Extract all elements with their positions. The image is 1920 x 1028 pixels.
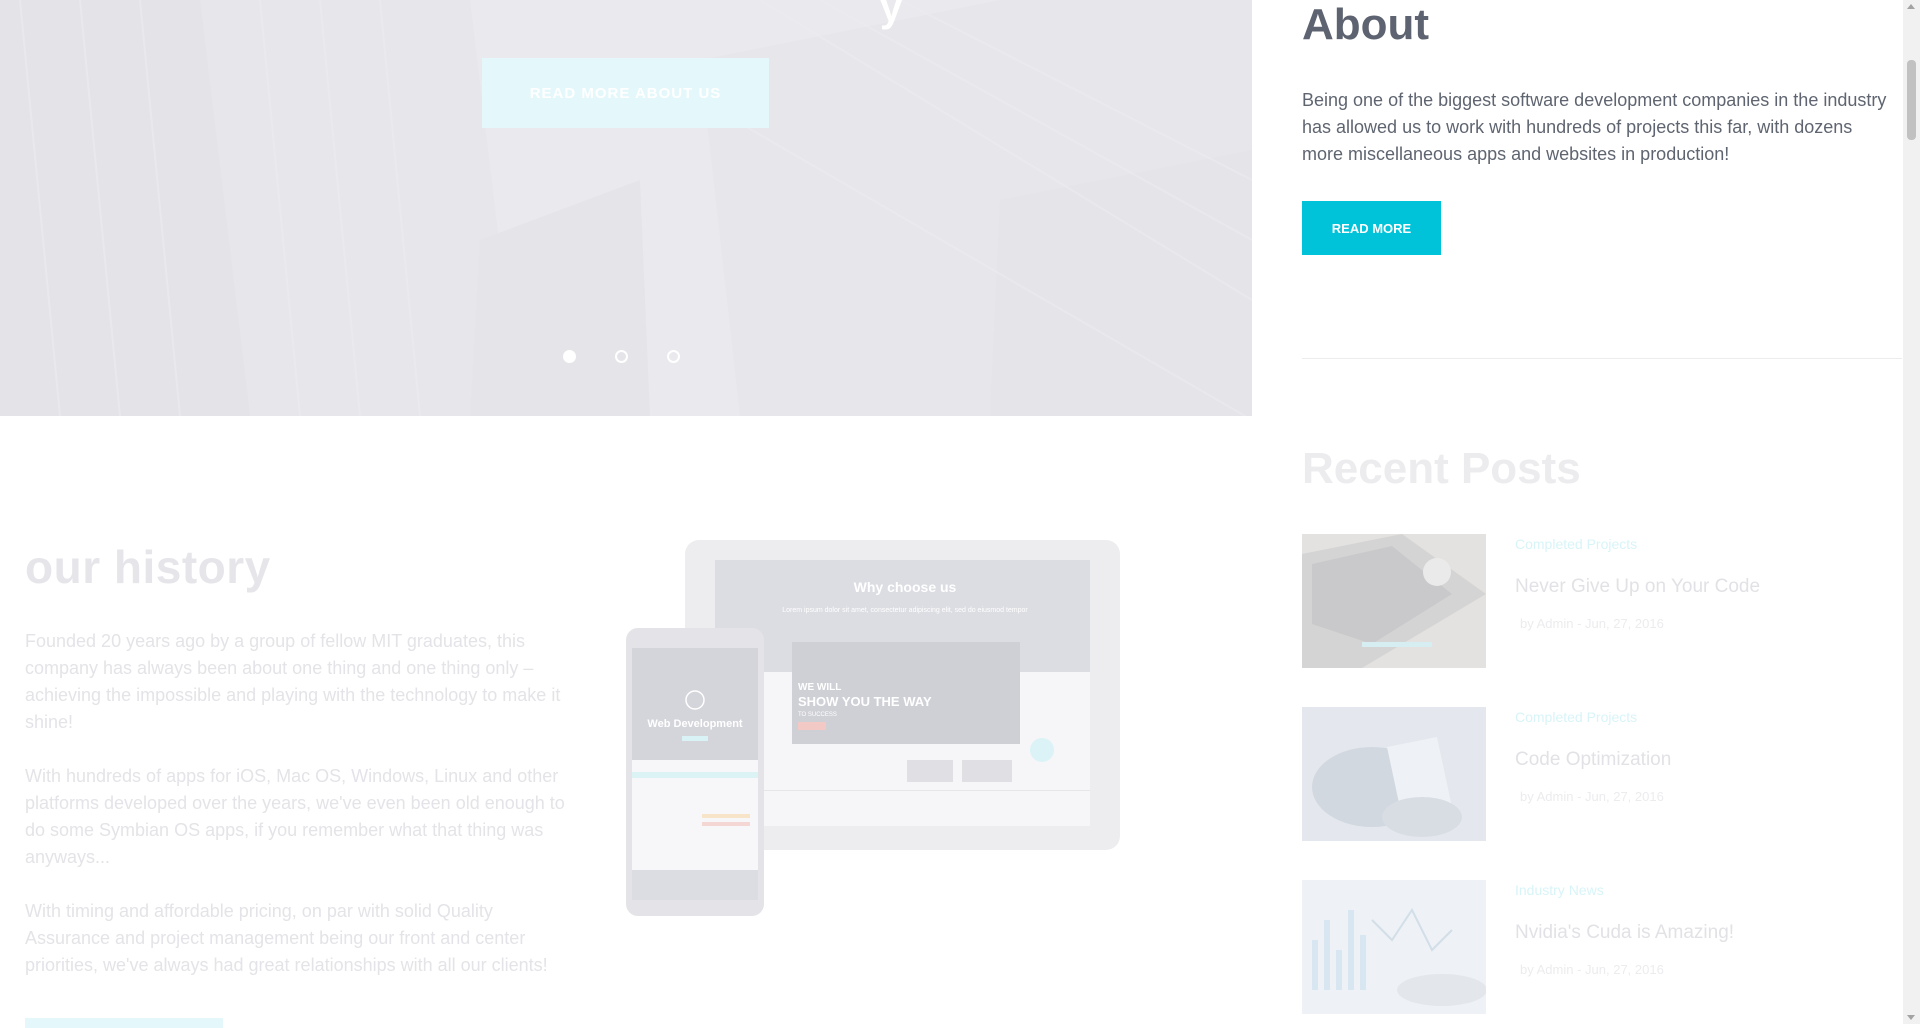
read-more-about-us-button[interactable]: READ MORE ABOUT US (482, 58, 769, 128)
scroll-up-arrow-icon[interactable] (1907, 4, 1915, 9)
phone-heading: Web Development (647, 718, 742, 730)
page-scrollbar[interactable] (1903, 0, 1920, 1024)
post-title[interactable]: Code Optimization (1515, 749, 1671, 771)
post-meta: by Admin - Jun, 27, 2016 (1520, 789, 1664, 804)
history-read-more-button[interactable] (25, 1018, 223, 1028)
slider-dot-3[interactable] (667, 350, 680, 363)
slider-dot-1[interactable] (563, 350, 576, 363)
post-category[interactable]: Industry News (1515, 882, 1604, 898)
post-thumbnail-laptop[interactable] (1302, 534, 1486, 668)
post-thumbnail-charts[interactable] (1302, 880, 1486, 1014)
hero-title: y (880, 0, 903, 30)
post-meta: by Admin - Jun, 27, 2016 (1520, 962, 1664, 977)
sidebar-divider (1302, 358, 1902, 359)
slider-pagination (563, 350, 680, 363)
devices-mockup-image: Why choose us Lorem ipsum dolor sit amet… (626, 540, 1120, 916)
tablet-hero-line-2: SHOW YOU THE WAY (798, 694, 932, 709)
history-paragraph-1: Founded 20 years ago by a group of fello… (25, 631, 561, 732)
history-paragraph-2: With hundreds of apps for iOS, Mac OS, W… (25, 766, 565, 867)
recent-post-1[interactable]: Completed Projects Never Give Up on Your… (1302, 534, 1902, 668)
tablet-hero-line-3: TO SUCCESS (798, 712, 837, 718)
tablet-hero-line-1: WE WILL (798, 682, 841, 693)
tablet-subheading: Lorem ipsum dolor sit amet, consectetur … (782, 607, 1028, 614)
post-title[interactable]: Nvidia's Cuda is Amazing! (1515, 922, 1734, 944)
post-meta: by Admin - Jun, 27, 2016 (1520, 616, 1664, 631)
slider-dot-2[interactable] (615, 350, 628, 363)
post-title[interactable]: Never Give Up on Your Code (1515, 576, 1760, 598)
about-title: About (1302, 0, 1430, 49)
post-thumbnail-phone[interactable] (1302, 707, 1486, 841)
recent-posts-title: Recent Posts (1302, 444, 1581, 493)
tablet-heading: Why choose us (854, 579, 957, 595)
about-read-more-button[interactable]: READ MORE (1302, 201, 1441, 255)
history-title: our history (25, 541, 271, 593)
history-paragraph-3: With timing and affordable pricing, on p… (25, 901, 548, 975)
post-category[interactable]: Completed Projects (1515, 709, 1637, 725)
scroll-down-arrow-icon[interactable] (1907, 1015, 1915, 1020)
history-section: our history Founded 20 years ago by a gr… (25, 540, 570, 1028)
post-category[interactable]: Completed Projects (1515, 536, 1637, 552)
recent-post-2[interactable]: Completed Projects Code Optimization by … (1302, 707, 1902, 841)
hero-slider: y READ MORE ABOUT US (0, 0, 1252, 416)
recent-post-3[interactable]: Industry News Nvidia's Cuda is Amazing! … (1302, 880, 1902, 1014)
scrollbar-thumb[interactable] (1907, 60, 1916, 140)
about-text: Being one of the biggest software develo… (1302, 90, 1887, 164)
